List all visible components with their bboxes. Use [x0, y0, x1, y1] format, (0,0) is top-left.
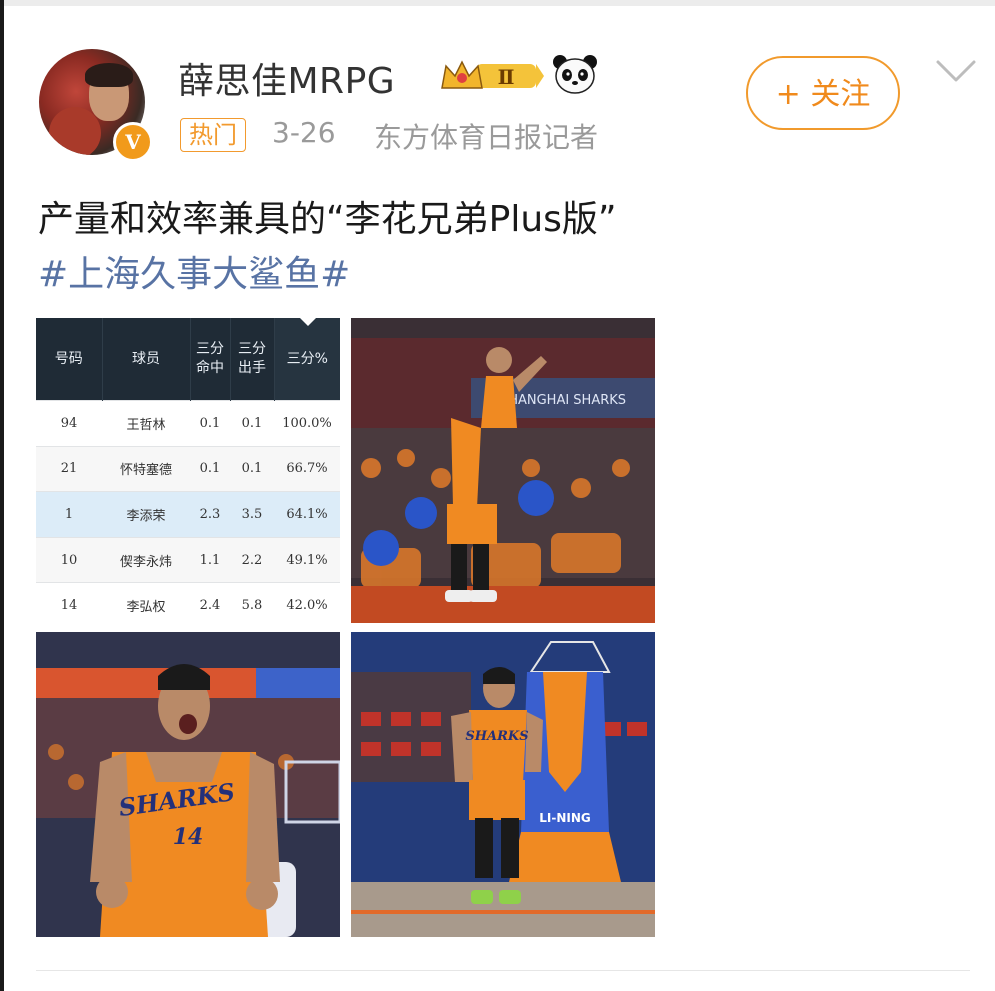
photo-illustration: SHARKS 14: [36, 632, 340, 937]
cell-3pa: 5.8: [230, 582, 274, 623]
jersey-team-text: SHARKS: [465, 729, 528, 744]
table-row: 94 王哲林 0.1 0.1 100.0%: [36, 400, 340, 447]
status-bar-strip: [0, 0, 995, 6]
chevron-down-icon[interactable]: [934, 56, 978, 86]
table-row-highlighted: 1 李添荣 2.3 3.5 64.1%: [36, 491, 340, 538]
image-player-14-shouting[interactable]: SHARKS 14: [36, 632, 340, 937]
cell-3pm: 0.1: [190, 445, 230, 492]
verified-v-icon: V: [113, 122, 153, 162]
image-stats-table[interactable]: 号码 球员 三分 命中 三分 出手 三分% 94 王哲林 0.1 0.1 100…: [36, 318, 340, 623]
cell-3pa: 0.1: [230, 400, 274, 447]
photo-illustration: LI-NING SHARKS: [351, 632, 655, 937]
header-3pm-line1: 三分: [196, 341, 224, 357]
panda-icon: [553, 55, 597, 94]
cell-3pm: 2.3: [190, 491, 230, 538]
jersey-number-text: 14: [173, 824, 204, 850]
header-player: 球员: [102, 318, 191, 401]
table-row: 14 李弘权 2.4 5.8 42.0%: [36, 582, 340, 623]
cell-player: 王哲林: [102, 400, 190, 447]
hot-tag[interactable]: 热门: [180, 118, 246, 152]
sort-indicator-icon: [300, 318, 316, 326]
header-3p-pct: 三分%: [274, 318, 340, 401]
author-name[interactable]: 薛思佳MRPG: [178, 52, 395, 104]
three-point-stats-table: 号码 球员 三分 命中 三分 出手 三分% 94 王哲林 0.1 0.1 100…: [36, 318, 340, 623]
cell-3pm: 1.1: [190, 536, 230, 583]
table-row: 21 怀特塞德 0.1 0.1 66.7%: [36, 445, 340, 492]
cell-player: 怀特塞德: [102, 445, 190, 492]
arena-banner-text: SHANGHAI SHARKS: [500, 393, 626, 408]
cell-3pm: 0.1: [190, 400, 230, 447]
cell-3pa: 0.1: [230, 445, 274, 492]
cell-3pa: 2.2: [230, 536, 274, 583]
cell-number: 21: [36, 445, 102, 492]
header-3pa-line2: 出手: [238, 360, 266, 376]
screen-edge: [0, 0, 4, 991]
header-3pa: 三分 出手: [230, 318, 275, 401]
header-3pm-line2: 命中: [196, 360, 224, 376]
header-3pa-line1: 三分: [238, 341, 266, 357]
stanchion-logo-text: LI-NING: [539, 811, 591, 825]
cell-player: 李添荣: [102, 491, 190, 538]
topic-link[interactable]: #上海久事大鲨鱼#: [38, 245, 350, 297]
cell-player: 李弘权: [102, 582, 190, 623]
header-number: 号码: [36, 318, 103, 401]
cell-3p-pct: 100.0%: [274, 400, 340, 447]
avatar-basketball: [49, 107, 101, 155]
follow-button[interactable]: + 关注: [746, 56, 900, 130]
image-player-celebrating-crowd[interactable]: SHANGHAI SHARKS: [351, 318, 655, 623]
table-row: 10 偰李永炜 1.1 2.2 49.1%: [36, 536, 340, 583]
level-badge-text: Ⅱ: [498, 65, 515, 89]
photo-illustration: SHANGHAI SHARKS: [351, 318, 655, 623]
post-text: 产量和效率兼具的“李花兄弟Plus版”: [38, 199, 617, 240]
cell-3p-pct: 49.1%: [274, 536, 340, 583]
cell-number: 1: [36, 491, 102, 538]
post-date: 3-26: [272, 116, 336, 149]
cell-number: 94: [36, 400, 102, 447]
header-3pm: 三分 命中: [190, 318, 231, 401]
cell-3p-pct: 42.0%: [274, 582, 340, 623]
cell-3p-pct: 64.1%: [274, 491, 340, 538]
crown-level-badge-icon[interactable]: Ⅱ: [440, 58, 544, 94]
cell-number: 14: [36, 582, 102, 623]
author-description: 东方体育日报记者: [374, 121, 599, 154]
cell-3pm: 2.4: [190, 582, 230, 623]
cell-number: 10: [36, 536, 102, 583]
cell-3p-pct: 66.7%: [274, 445, 340, 492]
cell-3pa: 3.5: [230, 491, 274, 538]
image-player-walking-court[interactable]: LI-NING SHARKS: [351, 632, 655, 937]
cell-player: 偰李永炜: [102, 536, 190, 583]
divider: [36, 970, 970, 971]
avatar-hair: [85, 63, 133, 87]
